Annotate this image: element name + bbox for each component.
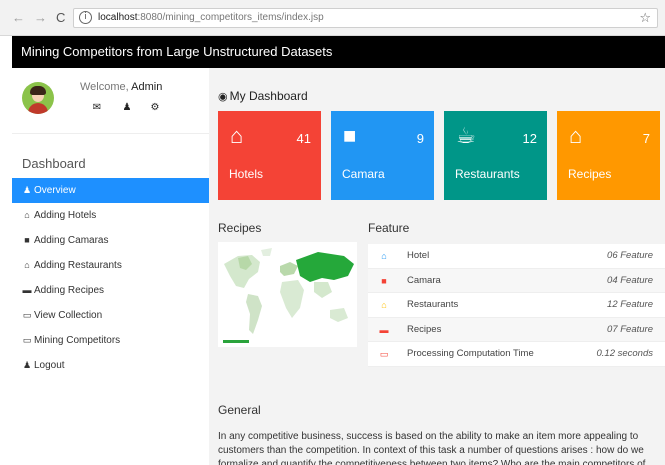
sidebar: Welcome, Admin ✉ ♟ ⚙ Dashboard ♟ Overview…: [12, 68, 209, 465]
feature-list: ⌂ Hotel 06 Feature ■ Camara 04 Feature ⌂…: [368, 244, 665, 367]
recipes-tile[interactable]: ⌂ 7 Recipes: [557, 111, 660, 200]
restaurants-count: 12: [522, 131, 537, 146]
feature-row-restaurants: ⌂ Restaurants 12 Feature: [368, 293, 665, 318]
map-legend-bar: [223, 340, 249, 343]
feature-row-camara: ■ Camara 04 Feature: [368, 268, 665, 293]
address-bar[interactable]: i localhost:8080/mining_competitors_item…: [73, 8, 658, 28]
video-camera-icon: ■: [343, 123, 357, 148]
sidebar-item-label: Mining Competitors: [34, 335, 121, 346]
recipes-section-title: Recipes: [218, 221, 262, 235]
url-text[interactable]: localhost:8080/mining_competitors_items/…: [98, 12, 324, 23]
laptop-icon: ▭: [379, 349, 389, 359]
laptop-icon: ▭: [22, 310, 32, 320]
hotels-count: 41: [296, 131, 311, 146]
sidebar-item-adding-camaras[interactable]: ■ Adding Camaras: [12, 228, 209, 253]
feature-section-title: Feature: [368, 221, 410, 235]
sidebar-item-label: Adding Hotels: [34, 210, 97, 221]
dashboard-icon: ◉: [218, 91, 228, 103]
home-icon: ⌂: [24, 210, 30, 220]
sidebar-item-label: Adding Camaras: [34, 235, 109, 246]
general-description: In any competitive business, success is …: [218, 431, 646, 465]
feature-name: Recipes: [407, 323, 442, 335]
laptop-icon: ▭: [22, 335, 32, 345]
sidebar-item-adding-restaurants[interactable]: ⌂ Adding Restaurants: [12, 253, 209, 278]
coffee-cup-icon: ☕: [456, 123, 476, 148]
back-icon[interactable]: ←: [12, 11, 25, 25]
home-icon: ⌂: [569, 123, 583, 148]
feature-row-recipes: ▬ Recipes 07 Feature: [368, 317, 665, 342]
feature-name: Restaurants: [407, 299, 459, 310]
mail-icon[interactable]: ✉: [91, 102, 103, 114]
sidebar-item-overview[interactable]: ♟ Overview: [12, 178, 209, 203]
profile-panel: Welcome, Admin ✉ ♟ ⚙: [12, 68, 209, 134]
video-camera-icon: ■: [381, 275, 387, 286]
url-host: localhost: [98, 12, 138, 23]
feature-row-hotel: ⌂ Hotel 06 Feature: [368, 244, 665, 269]
sidebar-item-adding-recipes[interactable]: ▬ Adding Recipes: [12, 278, 209, 303]
world-map[interactable]: [218, 242, 357, 347]
browser-toolbar: ← → C i localhost:8080/mining_competitor…: [0, 0, 665, 36]
general-section-title: General: [218, 403, 261, 417]
feature-row-processing-time: ▭ Processing Computation Time 0.12 secon…: [368, 342, 665, 367]
url-path: :8080/mining_competitors_items/index.jsp: [137, 12, 324, 23]
sidebar-item-view-collection[interactable]: ▭ View Collection: [12, 303, 209, 328]
camara-count: 9: [416, 131, 424, 146]
app-header: Mining Competitors from Large Unstructur…: [12, 36, 665, 68]
sidebar-item-adding-hotels[interactable]: ⌂ Adding Hotels: [12, 203, 209, 228]
recipes-count: 7: [642, 131, 650, 146]
user-icon: ♟: [22, 360, 32, 370]
hotels-tile[interactable]: ⌂ 41 Hotels: [218, 111, 321, 200]
video-camera-icon: ■: [24, 235, 30, 245]
info-icon[interactable]: i: [79, 11, 92, 24]
home-icon: ⌂: [230, 123, 244, 148]
feature-name: Camara: [407, 274, 441, 286]
sidebar-item-label: Overview: [34, 185, 76, 196]
page-title-text: My Dashboard: [229, 89, 308, 103]
feature-value: 12 Feature: [607, 299, 653, 310]
feature-name: Hotel: [407, 250, 430, 261]
recipe-book-icon: ▬: [22, 285, 32, 295]
bookmark-star-icon[interactable]: ☆: [639, 10, 651, 26]
avatar-body: [28, 103, 48, 114]
feature-value: 07 Feature: [607, 323, 653, 335]
avatar-hair: [30, 86, 46, 95]
reload-icon[interactable]: C: [56, 11, 65, 25]
hotels-label: Hotels: [229, 167, 264, 181]
page-title: ◉ My Dashboard: [218, 89, 308, 103]
forward-icon[interactable]: →: [34, 11, 47, 25]
avatar[interactable]: [22, 82, 54, 114]
sidebar-item-label: Adding Recipes: [34, 285, 105, 296]
user-icon: ♟: [22, 185, 32, 195]
welcome-text: Welcome, Admin: [80, 81, 162, 93]
username: Admin: [131, 81, 163, 93]
sidebar-item-label: Adding Restaurants: [34, 260, 122, 271]
feature-name: Processing Computation Time: [407, 348, 534, 359]
home-icon: ⌂: [381, 251, 387, 261]
feature-value: 06 Feature: [607, 250, 653, 261]
sidebar-menu: ♟ Overview ⌂ Adding Hotels ■ Adding Camaras…: [12, 178, 209, 378]
sidebar-item-mining-competitors[interactable]: ▭ Mining Competitors: [12, 328, 209, 353]
sidebar-heading: Dashboard: [22, 156, 86, 171]
restaurants-label: Restaurants: [455, 167, 520, 181]
feature-value: 04 Feature: [607, 274, 653, 286]
recipes-label: Recipes: [568, 167, 612, 181]
camara-tile[interactable]: ■ 9 Camara: [331, 111, 434, 200]
app-title: Mining Competitors from Large Unstructur…: [21, 44, 333, 59]
world-map-graphic: [218, 242, 357, 347]
home-icon: ⌂: [381, 300, 387, 310]
main-content: ◉ My Dashboard ⌂ 41 Hotels ■ 9 Camara ☕ 1…: [209, 68, 665, 465]
welcome-prefix: Welcome,: [80, 81, 129, 93]
feature-value: 0.12 seconds: [596, 348, 653, 359]
sidebar-item-logout[interactable]: ♟ Logout: [12, 353, 209, 378]
home-icon: ⌂: [24, 260, 30, 270]
camara-label: Camara: [342, 167, 385, 181]
sidebar-item-label: Logout: [34, 360, 65, 371]
restaurants-tile[interactable]: ☕ 12 Restaurants: [444, 111, 547, 200]
recipe-book-icon: ▬: [379, 324, 389, 335]
gear-icon[interactable]: ⚙: [149, 102, 161, 114]
sidebar-item-label: View Collection: [34, 310, 103, 321]
user-icon[interactable]: ♟: [121, 102, 133, 114]
